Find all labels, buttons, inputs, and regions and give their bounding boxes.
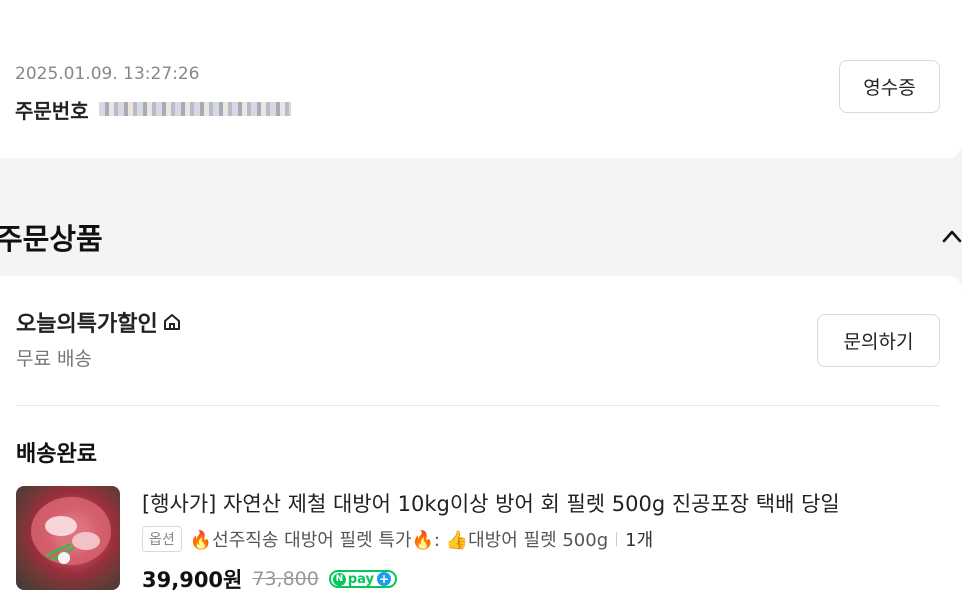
inquiry-button[interactable]: 문의하기	[817, 314, 940, 367]
option-text: 🔥선주직송 대방어 필렛 특가🔥: 👍대방어 필렛 500g	[189, 530, 609, 551]
order-info-card: 2025.01.09. 13:27:26 주문번호 영수증	[0, 0, 962, 158]
order-number-row: 주문번호	[15, 95, 291, 123]
shipping-fee: 무료 배송	[16, 348, 92, 370]
original-price: 73,800	[252, 568, 319, 590]
separator	[616, 532, 618, 546]
masked-order-number	[98, 102, 291, 116]
order-detail-page: 2025.01.09. 13:27:26 주문번호 영수증 주문상품 오늘의특가…	[0, 0, 962, 609]
npay-plus-badge: N pay +	[328, 570, 397, 588]
npay-label: pay	[347, 571, 374, 587]
product-thumbnail[interactable]	[16, 486, 120, 590]
receipt-button[interactable]: 영수증	[839, 60, 940, 113]
delivery-status: 배송완료	[16, 442, 97, 467]
order-date: 2025.01.09. 13:27:26	[15, 64, 200, 84]
store-row[interactable]: 오늘의특가할인	[16, 306, 182, 338]
quantity: 1개	[625, 530, 654, 551]
divider	[16, 405, 940, 406]
store-name[interactable]: 오늘의특가할인	[16, 306, 158, 338]
option-row: 옵션 🔥선주직송 대방어 필렛 특가🔥: 👍대방어 필렛 500g 1개	[142, 526, 653, 552]
product-card: 오늘의특가할인 무료 배송 문의하기 배송완료 [행사가] 자연산 제철 대방어…	[0, 276, 962, 609]
product-name[interactable]: [행사가] 자연산 제철 대방어 10kg이상 방어 회 필렛 500g 진공포…	[142, 488, 942, 518]
sale-price: 39,900원	[142, 568, 243, 592]
price-row: 39,900원 73,800 N pay +	[142, 566, 397, 592]
home-icon[interactable]	[162, 312, 182, 332]
chevron-up-icon[interactable]	[942, 228, 962, 244]
section-title: 주문상품	[0, 222, 103, 256]
npay-n-icon: N	[332, 572, 346, 586]
plus-icon: +	[377, 572, 391, 586]
order-number-label: 주문번호	[15, 98, 89, 123]
option-tag: 옵션	[142, 526, 182, 552]
